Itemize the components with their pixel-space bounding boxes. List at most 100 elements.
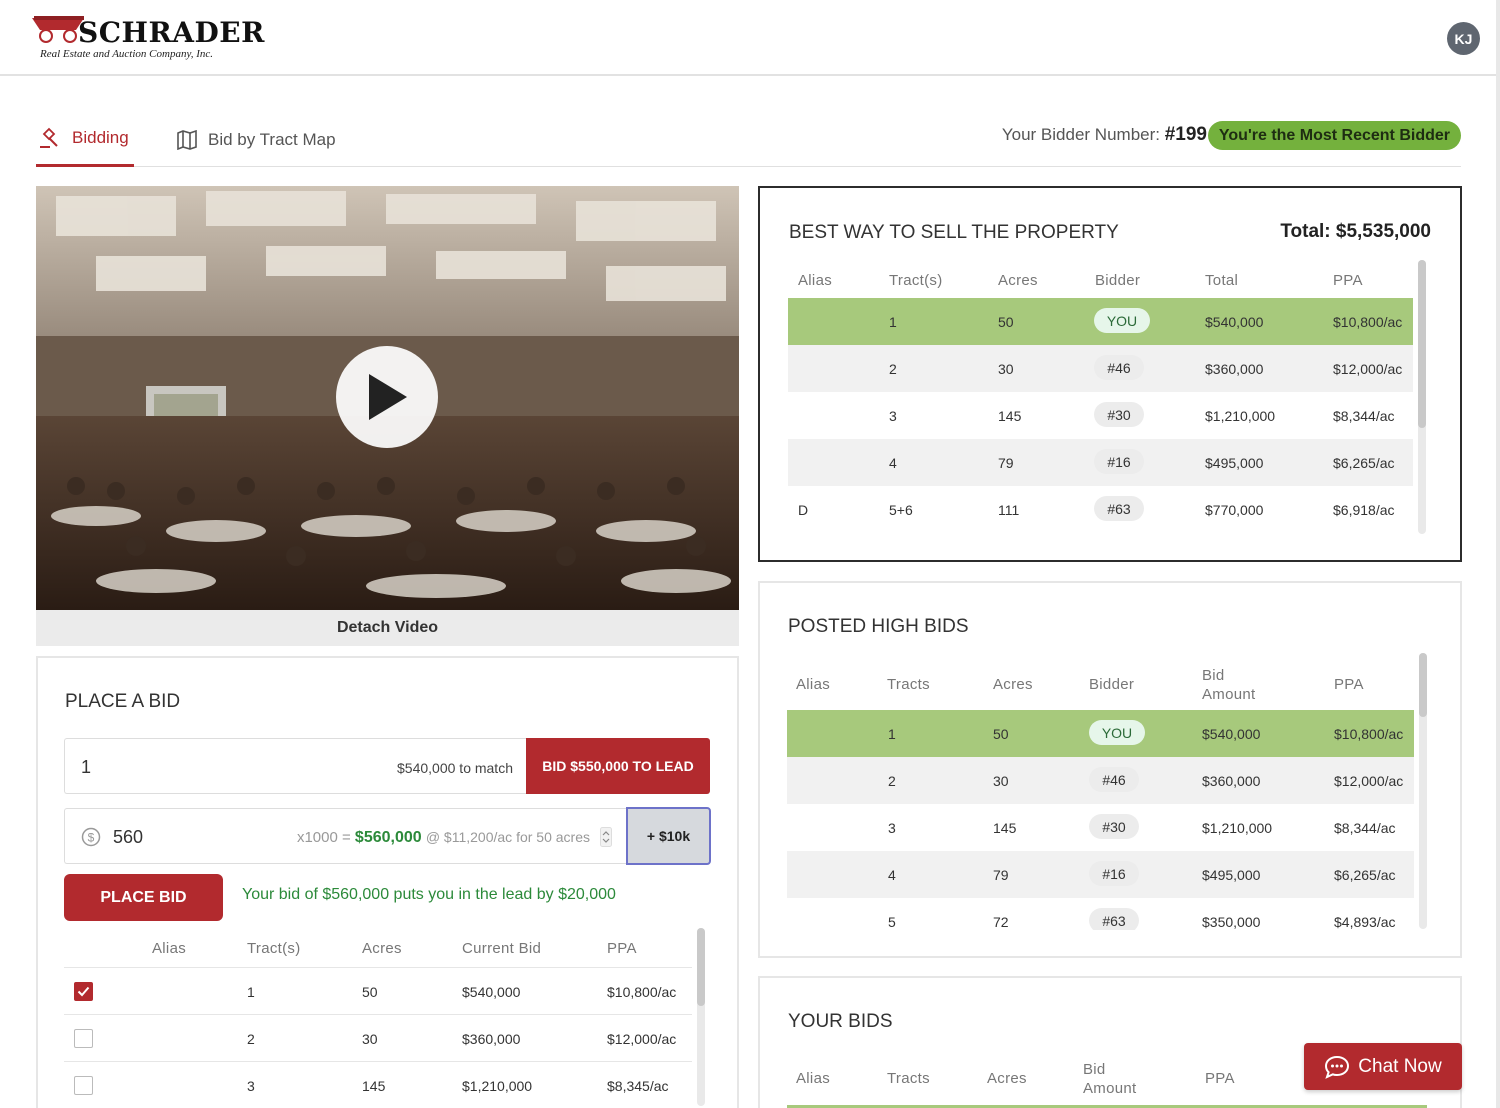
cell-acres: 72	[993, 914, 1009, 930]
tract-input-value: 1	[81, 757, 92, 777]
map-icon	[177, 129, 197, 150]
posted-high-bids-table: Alias Tracts Acres Bidder Bid Amount PPA…	[787, 664, 1414, 930]
table-row: D 5+6 111 #63 $770,000 $6,918/ac	[788, 486, 1413, 533]
cell-tracts: 1	[889, 314, 897, 330]
cell-tracts: 2	[247, 1031, 255, 1047]
play-icon	[369, 374, 407, 420]
best-way-table: Alias Tract(s) Acres Bidder Total PPA 1 …	[788, 272, 1413, 534]
chat-now-button[interactable]: Chat Now	[1304, 1043, 1462, 1090]
cell-amount: $495,000	[1202, 867, 1261, 883]
tab-bidding-label: Bidding	[72, 128, 129, 147]
table-row[interactable]: 1 50 $540,000 $10,800/ac	[64, 967, 692, 1014]
scroll-thumb[interactable]	[1418, 260, 1426, 428]
bidder-pill: #63	[1094, 496, 1144, 521]
schrader-logo[interactable]: SCHRADER Real Estate and Auction Company…	[30, 14, 264, 62]
col-bidder: Bidder	[1089, 676, 1135, 693]
bidder-pill: #16	[1094, 449, 1144, 474]
tract-checkbox[interactable]	[74, 1029, 93, 1048]
cell-total: $1,210,000	[1205, 408, 1276, 424]
bid-amount-value: 560	[113, 827, 144, 847]
place-bid-title: PLACE A BID	[65, 691, 181, 712]
stepper-icon[interactable]	[600, 827, 612, 847]
bid-amount-input[interactable]: $ 560 x1000 = $560,000 @ $11,200/ac for …	[64, 808, 626, 864]
table-row[interactable]: 2 30 $360,000 $12,000/ac	[64, 1014, 692, 1061]
col-bid-amount: Bid Amount	[1083, 1061, 1137, 1097]
live-video-player[interactable]	[36, 186, 739, 610]
cell-ppa: $6,265/ac	[1334, 867, 1396, 883]
chat-bubble-icon	[1325, 1055, 1350, 1079]
col-alias: Alias	[798, 272, 833, 289]
cell-ppa: $8,345/ac	[607, 1078, 669, 1094]
table-row: 1 50 YOU $540,000 $10,800/ac	[787, 710, 1414, 757]
cell-acres: 79	[993, 867, 1009, 883]
place-bid-button[interactable]: PLACE BID	[64, 874, 223, 921]
cell-acres: 50	[362, 984, 378, 1000]
posted-bids-scrollbar[interactable]	[1419, 653, 1427, 929]
tract-input[interactable]: 1 $540,000 to match	[64, 738, 526, 794]
check-icon	[77, 986, 90, 997]
computed-amount: $560,000	[354, 829, 422, 846]
your-bids-title: YOUR BIDS	[788, 1011, 893, 1032]
cell-total: $360,000	[1205, 361, 1264, 377]
cell-tracts: 2	[888, 773, 896, 789]
place-bid-scrollbar[interactable]	[697, 928, 705, 1106]
top-bar: SCHRADER Real Estate and Auction Company…	[0, 0, 1500, 76]
play-button[interactable]	[336, 346, 438, 448]
cell-tracts: 5+6	[889, 502, 913, 518]
posted-high-bids-title: POSTED HIGH BIDS	[788, 616, 969, 637]
cell-tracts: 3	[247, 1078, 255, 1094]
chat-now-label: Chat Now	[1358, 1055, 1442, 1077]
cell-acres: 145	[993, 820, 1017, 836]
bidder-pill: YOU	[1094, 308, 1150, 333]
cell-amount: $1,210,000	[1202, 820, 1273, 836]
scroll-thumb[interactable]	[697, 928, 705, 1006]
multiplier-text: x1000 =	[296, 829, 351, 846]
detach-video-button[interactable]: Detach Video	[36, 610, 739, 646]
col-bidder: Bidder	[1095, 272, 1141, 289]
tab-bid-by-tract-map[interactable]: Bid by Tract Map	[176, 112, 336, 167]
best-way-scrollbar[interactable]	[1418, 260, 1426, 534]
lead-message: Your bid of $560,000 puts you in the lea…	[242, 886, 616, 903]
cell-ppa: $10,800/ac	[1333, 314, 1403, 330]
col-ppa: PPA	[1333, 272, 1363, 289]
gavel-icon	[40, 127, 58, 148]
bid-to-lead-button[interactable]: BID $550,000 TO LEAD	[526, 738, 710, 794]
cell-total: $770,000	[1205, 502, 1264, 518]
cell-current: $360,000	[462, 1031, 521, 1047]
table-row[interactable]: 3 145 $1,210,000 $8,345/ac	[64, 1061, 692, 1108]
user-avatar[interactable]: KJ	[1447, 22, 1480, 55]
bidder-pill: #16	[1089, 861, 1139, 886]
table-row: 5 72 #63 $350,000 $4,893/ac	[787, 898, 1414, 930]
col-alias: Alias	[796, 676, 831, 693]
col-total: Total	[1205, 272, 1239, 289]
cell-tracts: 4	[888, 867, 896, 883]
cell-acres: 79	[998, 455, 1014, 471]
tract-checkbox[interactable]	[74, 1076, 93, 1095]
cell-ppa: $12,000/ac	[607, 1031, 677, 1047]
col-tracts: Tract(s)	[247, 940, 301, 957]
col-tracts: Tracts	[887, 676, 930, 693]
scroll-thumb[interactable]	[1419, 653, 1427, 717]
bidder-pill: YOU	[1089, 720, 1145, 745]
table-row: 4 79 #16 $495,000 $6,265/ac	[787, 851, 1414, 898]
cell-acres: 50	[998, 314, 1014, 330]
cell-acres: 30	[362, 1031, 378, 1047]
cell-acres: 30	[993, 773, 1009, 789]
table-row: 4 79 #16 $495,000 $6,265/ac	[788, 439, 1413, 486]
cell-tracts: 1	[247, 984, 255, 1000]
cell-tracts: 2	[889, 361, 897, 377]
tract-checkbox[interactable]	[74, 982, 93, 1001]
col-tracts: Tract(s)	[889, 272, 943, 289]
cell-ppa: $8,344/ac	[1334, 820, 1396, 836]
bidder-number-label: Your Bidder Number:	[1001, 125, 1160, 144]
cell-ppa: $10,800/ac	[1334, 726, 1404, 742]
best-way-total: Total: $5,535,000	[1280, 221, 1431, 242]
page-scrollbar[interactable]	[1496, 0, 1500, 1108]
bidder-pill: #30	[1094, 402, 1144, 427]
bidder-pill: #46	[1094, 355, 1144, 380]
computed-detail: @ $11,200/ac for 50 acres	[425, 829, 590, 845]
col-ppa: PPA	[1334, 676, 1364, 693]
tab-bidding[interactable]: Bidding	[36, 112, 134, 167]
increment-10k-button[interactable]: + $10k	[626, 807, 711, 865]
col-ppa: PPA	[607, 940, 637, 957]
